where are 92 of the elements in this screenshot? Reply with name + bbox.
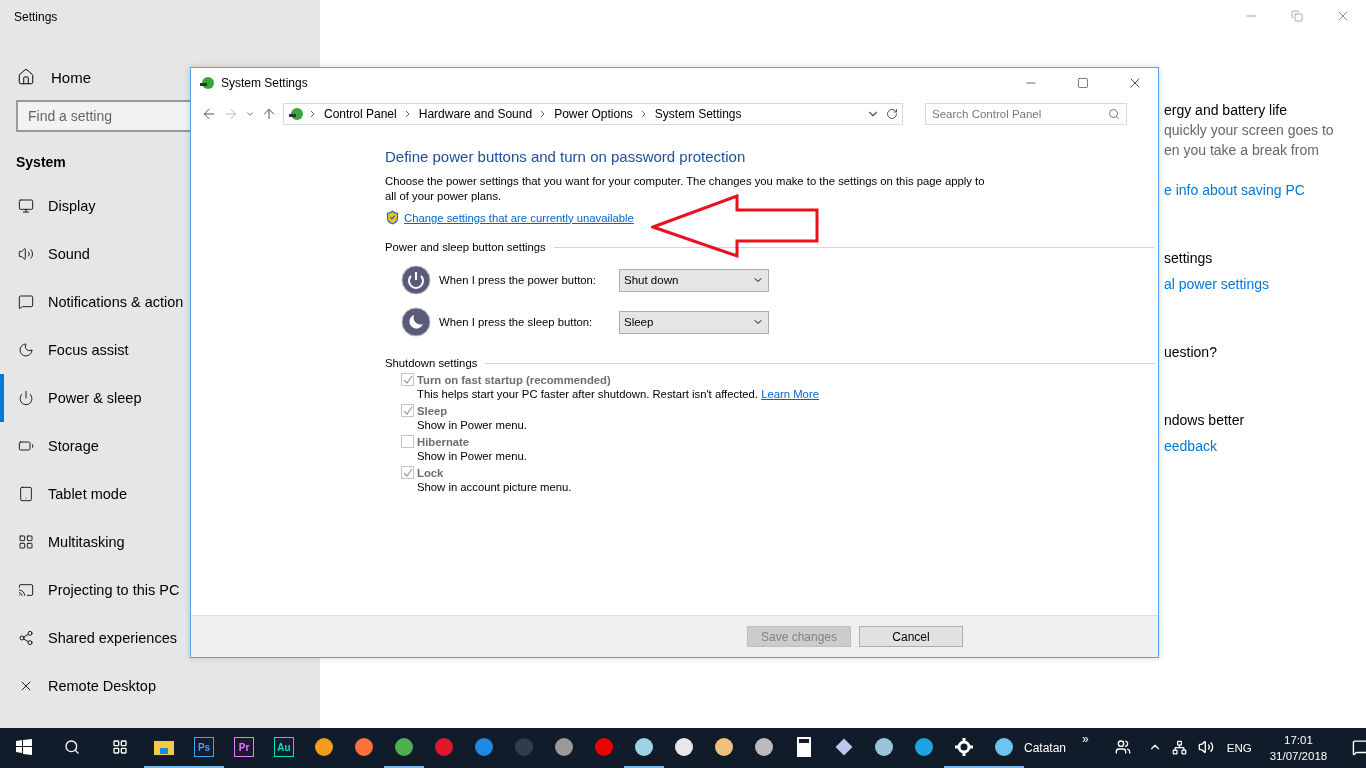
home-icon — [17, 68, 35, 86]
nav-item[interactable]: Remote Desktop — [0, 662, 320, 710]
nav-item[interactable]: Projecting to this PC — [0, 566, 320, 614]
section-title: System — [16, 154, 67, 170]
section-heading: uestion? — [1164, 344, 1218, 360]
moon-icon — [401, 307, 431, 337]
breadcrumb[interactable]: System Settings — [652, 107, 744, 121]
group-title: Power and sleep button settings — [385, 241, 546, 253]
nav-icon — [18, 198, 34, 214]
app-tile-icon: Pr — [234, 737, 254, 757]
setting-label: When I press the power button: — [439, 274, 597, 286]
breadcrumb[interactable]: Power Options — [552, 107, 635, 121]
search-icon — [64, 739, 80, 755]
settings-link[interactable]: eedback — [1164, 438, 1366, 454]
up-button[interactable] — [261, 106, 277, 122]
breadcrumb[interactable]: Control Panel — [322, 107, 399, 121]
section-heading: ergy and battery life — [1164, 102, 1288, 118]
power-icon — [401, 265, 431, 295]
network-icon — [1172, 739, 1188, 755]
nav-icon — [18, 390, 34, 406]
nav-item[interactable]: Multitasking — [0, 518, 320, 566]
option-description: Show in account picture menu. — [417, 481, 573, 493]
refresh-icon[interactable] — [886, 108, 898, 120]
section-heading: settings — [1164, 250, 1214, 266]
plug-globe-icon — [199, 75, 215, 91]
description-text: quickly your screen goes to — [1164, 122, 1335, 138]
chevron-icon — [310, 110, 316, 118]
nav-item[interactable]: Focus assist — [0, 326, 320, 374]
recent-dropdown-button[interactable] — [245, 109, 255, 119]
checkbox-label: Lock — [417, 466, 444, 479]
chevron-icon — [640, 110, 647, 118]
nav-icon — [18, 438, 34, 454]
gear-icon — [953, 736, 975, 758]
app-tile-icon: Ps — [194, 737, 214, 757]
page-heading: Define power buttons and turn on password protection — [385, 148, 747, 165]
taskbar-app-button[interactable]: Pr — [224, 728, 264, 768]
admin-link[interactable]: Change settings that are currently unavailable — [404, 211, 634, 224]
plug-globe-icon — [288, 106, 304, 122]
nav-icon — [18, 342, 34, 358]
clock[interactable]: 17:01 31/07/2018 — [1269, 732, 1328, 764]
search-field[interactable]: Search Control Panel — [925, 103, 1127, 125]
taskbar-app-button[interactable]: Ps — [184, 728, 224, 768]
option-description: Show in Power menu. — [417, 450, 528, 462]
speech-bubble-icon — [1351, 738, 1366, 756]
settings-link[interactable]: al power settings — [1164, 276, 1366, 292]
option-description: This helps start your PC faster after shutdown. Restart isn't affected. Learn More — [417, 388, 820, 400]
chevron-icon — [404, 110, 411, 118]
checkbox-label: Sleep — [417, 404, 448, 417]
nav-item[interactable]: Shared experiences — [0, 614, 320, 662]
nav-item[interactable]: Tablet mode — [0, 470, 320, 518]
nav-icon — [18, 246, 34, 262]
search-icon — [1108, 108, 1120, 120]
setting-label: When I press the sleep button: — [439, 316, 594, 328]
breadcrumb[interactable]: Hardware and Sound — [416, 107, 535, 121]
task-view-icon — [112, 739, 128, 755]
speaker-icon — [1197, 739, 1214, 755]
maximize-icon — [1077, 77, 1089, 89]
toolbar-label[interactable]: Catatan — [1024, 741, 1067, 755]
windows-logo-icon — [16, 739, 32, 755]
nav-item[interactable]: Notifications & action — [0, 278, 320, 326]
group-title: Shutdown settings — [385, 357, 478, 369]
restore-icon — [1291, 10, 1303, 22]
section-heading: ndows better — [1164, 412, 1246, 428]
nav-item[interactable]: Sound — [0, 230, 320, 278]
settings-link[interactable]: e info about saving PC — [1164, 182, 1366, 198]
dropdown[interactable]: Shut down — [619, 268, 769, 292]
taskbar-app-button[interactable]: Au — [264, 728, 304, 768]
nav-item[interactable]: Storage — [0, 422, 320, 470]
intro-text: Choose the power settings that you want for your computer. The changes you make to the settings on this page apply to all of your power plans. — [385, 174, 985, 204]
language-indicator[interactable]: ENG — [1226, 742, 1252, 754]
description-text: en you take a break from — [1164, 142, 1320, 158]
nav-icon — [18, 630, 34, 646]
option-description: Show in Power menu. — [417, 419, 528, 431]
toolbar-more[interactable]: » — [1082, 732, 1089, 746]
checkbox-label: Hibernate — [417, 435, 470, 448]
chevron-icon — [540, 110, 547, 118]
dialog-title: System Settings — [221, 76, 309, 90]
checkbox-label: Turn on fast startup (recommended) — [417, 373, 611, 386]
cancel-button[interactable]: Cancel — [859, 626, 963, 647]
nav-icon — [18, 582, 34, 598]
app-tile-icon: Au — [274, 737, 294, 757]
nav-icon — [18, 486, 34, 502]
back-button[interactable] — [201, 106, 217, 122]
chevron-icon — [245, 109, 255, 119]
shield-icon — [385, 210, 400, 225]
window-title: Settings — [14, 10, 59, 24]
address-bar[interactable]: Control Panel Hardware and Sound Power Options System Settings — [283, 103, 903, 125]
nav-item[interactable]: Display — [0, 182, 320, 230]
dropdown[interactable]: Sleep — [619, 310, 769, 334]
nav-icon — [18, 294, 34, 310]
nav-icon — [18, 534, 34, 550]
people-icon — [1114, 739, 1131, 755]
